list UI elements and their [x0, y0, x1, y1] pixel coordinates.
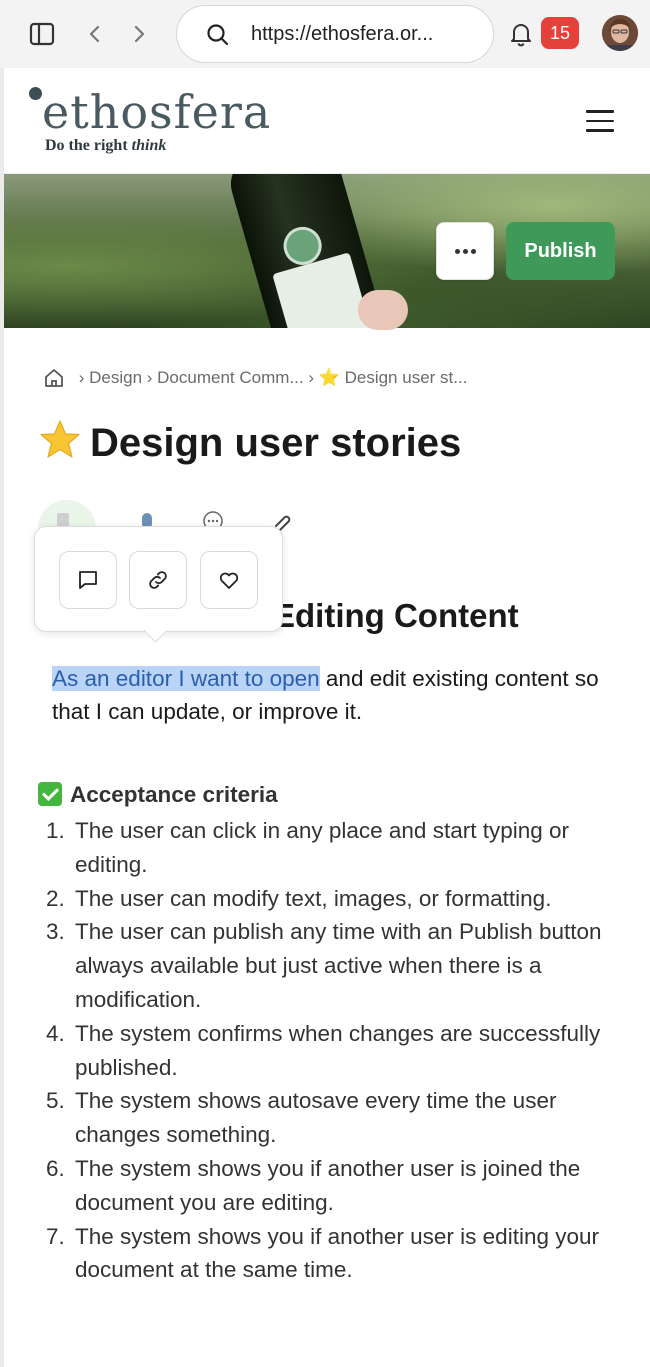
popup-arrow: [144, 630, 166, 642]
hand-illustration: [358, 290, 408, 330]
list-item[interactable]: 2. The user can modify text, images, or f…: [38, 882, 628, 916]
breadcrumb-item-design[interactable]: Design: [89, 368, 142, 387]
home-icon[interactable]: [42, 366, 66, 390]
list-item[interactable]: 7. The system shows you if another user i…: [38, 1220, 628, 1288]
logo-mark: [29, 87, 42, 100]
list-number: 2.: [46, 885, 65, 911]
list-number: 1.: [46, 818, 65, 843]
sidebar-icon[interactable]: [28, 20, 56, 48]
list-number: 4.: [46, 1020, 65, 1046]
acceptance-heading-text: Acceptance criteria: [70, 782, 278, 807]
list-text: The user can click in any place and star…: [75, 818, 570, 877]
list-number: 3.: [46, 919, 65, 945]
list-text: The system shows you if another user is …: [75, 1155, 581, 1215]
star-icon: [40, 420, 80, 458]
list-text: The system shows you if another user is …: [75, 1223, 599, 1283]
notification-badge: 15: [541, 17, 579, 49]
list-item[interactable]: 6. The system shows you if another user i…: [38, 1152, 628, 1220]
tagline-italic: think: [131, 137, 167, 154]
page-title-text: Design user stories: [90, 421, 462, 465]
list-text: The user can publish any time with an Pu…: [75, 919, 602, 1012]
chevron-left-icon[interactable]: [82, 20, 106, 48]
copy-link-button[interactable]: [129, 551, 187, 609]
site-tagline: Do the right think: [45, 137, 166, 155]
hamburger-menu-icon[interactable]: [586, 110, 614, 132]
list-item[interactable]: 4. The system confirms when changes are s…: [38, 1017, 628, 1085]
list-number: 6.: [46, 1155, 65, 1181]
list-item[interactable]: 3. The user can publish any time with an …: [38, 915, 628, 1016]
more-options-button[interactable]: [436, 222, 494, 280]
avatar[interactable]: [602, 15, 638, 51]
list-number: 7.: [46, 1223, 65, 1249]
acceptance-criteria-heading: Acceptance criteria: [38, 782, 278, 808]
heart-icon: [219, 572, 239, 589]
search-icon: [207, 24, 229, 46]
like-button[interactable]: [200, 551, 258, 609]
user-story-paragraph[interactable]: As an editor I want to open and edit exi…: [52, 662, 612, 728]
comment-button[interactable]: [59, 551, 117, 609]
breadcrumb-item-current: ⭐ Design user st...: [318, 368, 468, 387]
bell-icon[interactable]: [508, 20, 534, 48]
site-logo[interactable]: ethosfera: [42, 87, 271, 137]
tagline-plain: Do the right: [45, 137, 132, 154]
breadcrumb: › Design › Document Comm... › ⭐ Design u…: [42, 366, 467, 392]
list-text: The system shows autosave every time the…: [75, 1088, 557, 1148]
comment-icon: [79, 571, 97, 589]
list-number: 5.: [46, 1088, 65, 1114]
chevron-right-icon[interactable]: [128, 20, 152, 48]
selection-popup: [34, 526, 283, 632]
publish-button[interactable]: Publish: [506, 222, 615, 280]
acceptance-criteria-list: 1. The user can click in any place and st…: [38, 814, 628, 1287]
browser-toolbar: https://ethosfera.or... 15: [0, 0, 650, 68]
selected-text[interactable]: As an editor I want to open: [52, 666, 320, 691]
link-icon: [149, 571, 167, 589]
checkmark-icon: [38, 782, 62, 806]
page-title: Design user stories: [38, 418, 461, 466]
list-item[interactable]: 5. The system shows autosave every time t…: [38, 1084, 628, 1152]
list-item[interactable]: 1. The user can click in any place and st…: [38, 814, 628, 882]
list-text: The user can modify text, images, or for…: [75, 885, 552, 911]
url-text: https://ethosfera.or...: [251, 23, 434, 45]
breadcrumb-item-document[interactable]: Document Comm...: [157, 368, 303, 387]
list-text: The system confirms when changes are suc…: [75, 1020, 601, 1080]
more-dots-icon: [455, 249, 479, 254]
address-bar[interactable]: https://ethosfera.or...: [176, 5, 494, 63]
